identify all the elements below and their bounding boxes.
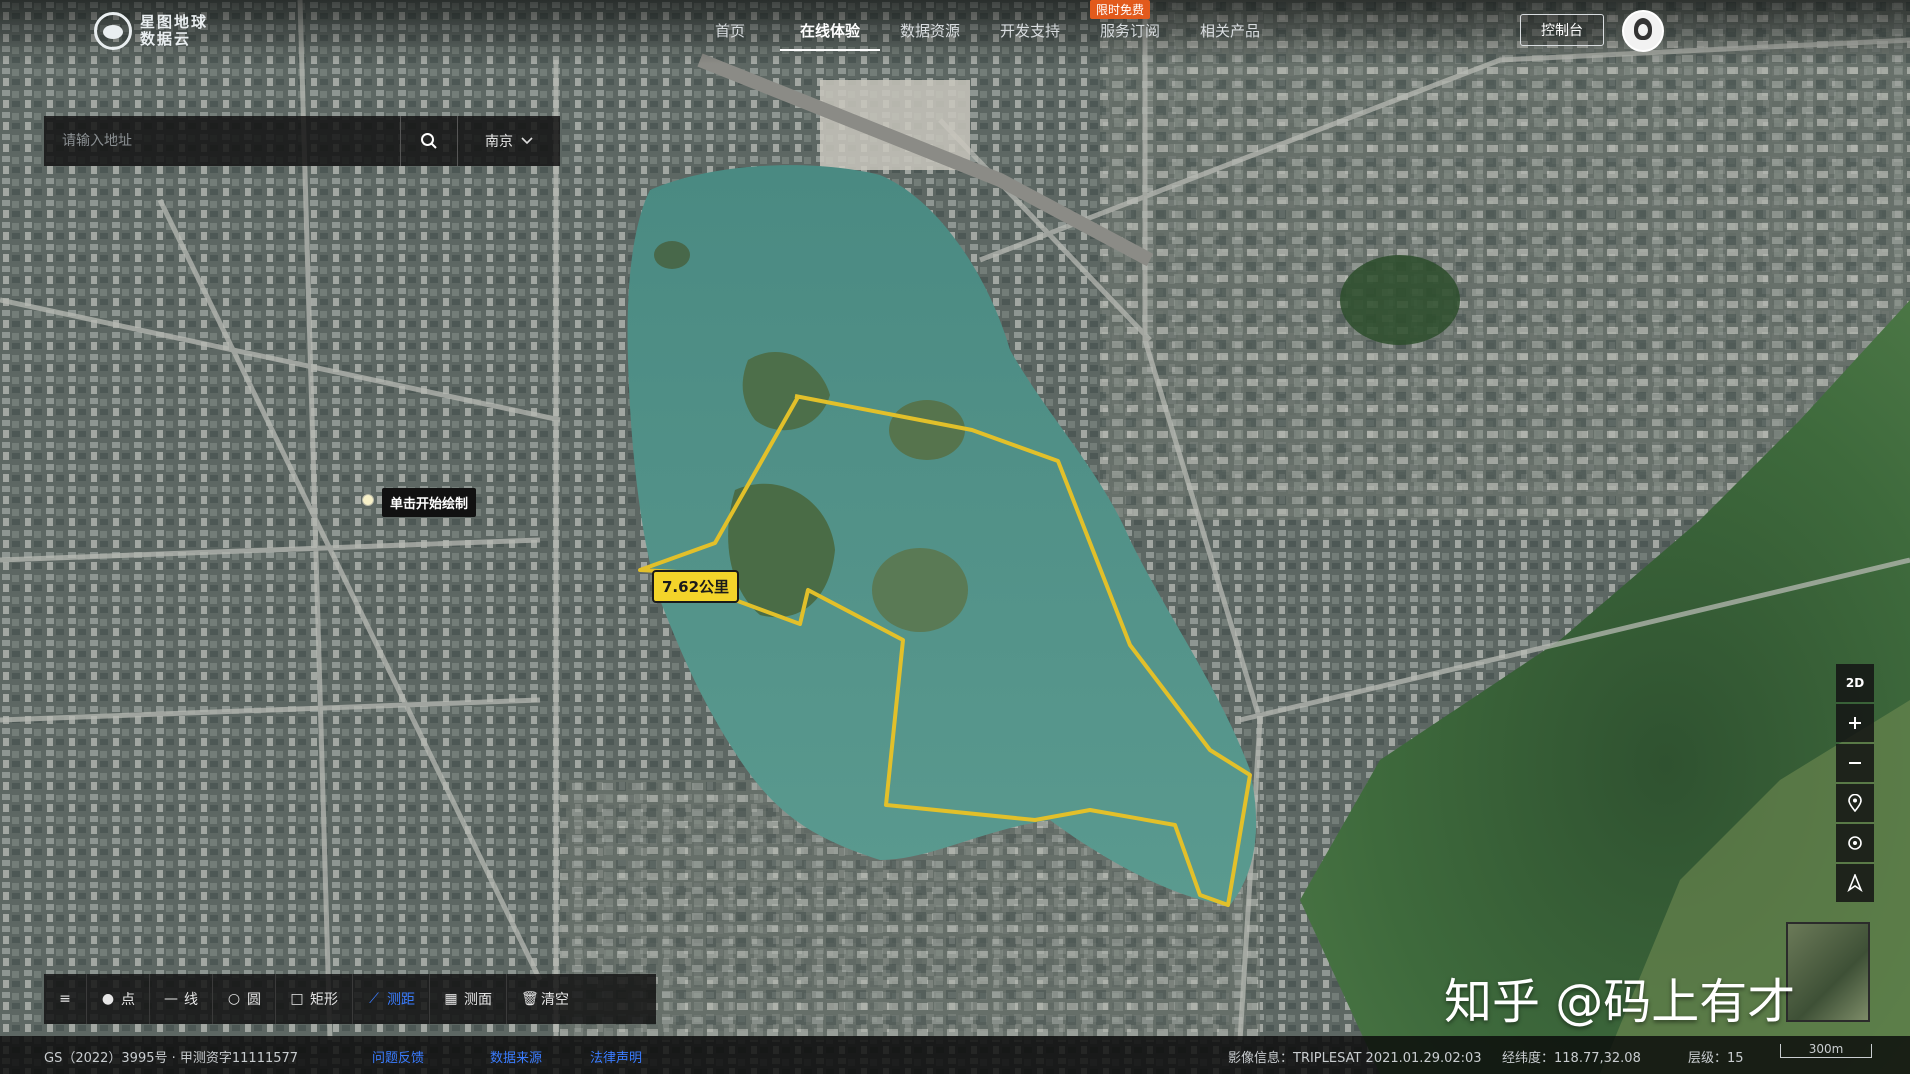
tool-line-label: 线 bbox=[184, 992, 198, 1008]
zoom-in-button[interactable] bbox=[1836, 704, 1874, 742]
city-select[interactable]: 南京 bbox=[458, 116, 560, 166]
line-icon: — bbox=[164, 991, 178, 1007]
compass-button[interactable] bbox=[1836, 864, 1874, 902]
basemap-switcher[interactable] bbox=[1786, 922, 1870, 1022]
ruler-icon: ⟋ bbox=[369, 991, 379, 1007]
legal-notice-link[interactable]: 法律声明 bbox=[590, 1047, 642, 1066]
minus-icon bbox=[1849, 762, 1861, 764]
scale-bar-label: 300m bbox=[1808, 1042, 1844, 1056]
nav-related-products[interactable]: 相关产品 bbox=[1180, 20, 1280, 51]
status-bar: GS（2022）3995号 · 甲测资字11111577 问题反馈 数据来源 法… bbox=[0, 1036, 1910, 1074]
chevron-down-icon bbox=[521, 137, 533, 145]
nav-data-resources[interactable]: 数据资源 bbox=[880, 20, 980, 51]
tool-rectangle-label: 矩形 bbox=[310, 992, 338, 1008]
tool-point[interactable]: ● 点 bbox=[87, 974, 150, 1024]
dot-icon: ● bbox=[101, 991, 115, 1007]
brand-logo[interactable]: 星图地球 数据云 bbox=[94, 12, 208, 50]
feedback-link[interactable]: 问题反馈 bbox=[372, 1047, 424, 1066]
nav-dev-support[interactable]: 开发支持 bbox=[980, 20, 1080, 51]
zoom-level-readout: 层级：15 bbox=[1688, 1051, 1744, 1066]
map-controls: 2D bbox=[1836, 664, 1874, 902]
console-button[interactable]: 控制台 bbox=[1520, 14, 1604, 46]
free-badge: 限时免费 bbox=[1090, 0, 1151, 19]
main-nav: 首页 在线体验 数据资源 开发支持 服务订阅 相关产品 bbox=[680, 20, 1280, 51]
area-icon: ▦ bbox=[444, 991, 458, 1007]
tool-point-label: 点 bbox=[121, 992, 135, 1008]
view-mode-toggle[interactable]: 2D bbox=[1836, 664, 1874, 702]
zhihu-watermark: 知乎 @码上有才 bbox=[1444, 974, 1796, 1030]
city-select-value: 南京 bbox=[485, 134, 513, 150]
tool-circle-label: 圆 bbox=[247, 992, 261, 1008]
brand-name: 星图地球 数据云 bbox=[140, 14, 208, 48]
data-source-link[interactable]: 数据来源 bbox=[490, 1047, 542, 1066]
map-pin-icon bbox=[1848, 794, 1862, 812]
top-navbar: 星图地球 数据云 首页 在线体验 数据资源 开发支持 服务订阅 相关产品 限时免… bbox=[0, 0, 1910, 64]
nav-home[interactable]: 首页 bbox=[680, 20, 780, 51]
search-button[interactable] bbox=[400, 116, 458, 166]
zoom-out-button[interactable] bbox=[1836, 744, 1874, 782]
locate-pin-button[interactable] bbox=[1836, 784, 1874, 822]
rectangle-icon: □ bbox=[290, 991, 304, 1007]
scale-bar: 300m bbox=[1780, 1042, 1872, 1058]
compass-icon bbox=[1847, 874, 1863, 892]
toolbar-collapse-button[interactable]: ≡ bbox=[44, 974, 87, 1024]
address-search-input[interactable] bbox=[44, 116, 400, 166]
plus-icon bbox=[1849, 717, 1861, 729]
target-icon bbox=[1848, 836, 1862, 850]
nav-subscription[interactable]: 服务订阅 bbox=[1080, 20, 1180, 51]
cursor-marker bbox=[362, 494, 374, 506]
tool-measure-area[interactable]: ▦ 测面 bbox=[430, 974, 507, 1024]
circle-icon: ○ bbox=[227, 991, 241, 1007]
map-license-text: GS（2022）3995号 · 甲测资字11111577 bbox=[44, 1051, 299, 1066]
my-location-button[interactable] bbox=[1836, 824, 1874, 862]
nav-online-trial[interactable]: 在线体验 bbox=[780, 20, 880, 51]
globe-logo-icon bbox=[94, 12, 132, 50]
tool-circle[interactable]: ○ 圆 bbox=[213, 974, 276, 1024]
tool-rectangle[interactable]: □ 矩形 bbox=[276, 974, 353, 1024]
tool-measure-area-label: 测面 bbox=[464, 992, 492, 1008]
tool-line[interactable]: — 线 bbox=[150, 974, 213, 1024]
address-search-bar: 南京 bbox=[44, 116, 560, 166]
tool-clear-label: 清空 bbox=[541, 992, 569, 1008]
trash-icon: 🗑 bbox=[521, 991, 539, 1007]
brand-line1: 星图地球 bbox=[140, 13, 209, 31]
view-mode-label: 2D bbox=[1845, 676, 1865, 690]
tool-measure-distance-label: 测距 bbox=[387, 992, 415, 1008]
imagery-info: 影像信息：TRIPLESAT 2021.01.29.02:03 bbox=[1228, 1051, 1482, 1066]
coordinates-readout: 经纬度：118.77,32.08 bbox=[1502, 1051, 1641, 1066]
user-avatar[interactable] bbox=[1622, 10, 1664, 52]
search-icon bbox=[421, 133, 437, 149]
distance-result-label: 7.62公里 bbox=[654, 572, 738, 601]
menu-icon: ≡ bbox=[59, 991, 71, 1007]
brand-line2: 数据云 bbox=[140, 30, 192, 48]
draw-hint-tooltip: 单击开始绘制 bbox=[382, 488, 477, 517]
draw-toolbar: ≡ ● 点 — 线 ○ 圆 □ 矩形 ⟋ 测距 ▦ 测面 🗑 清空 bbox=[44, 974, 656, 1024]
tool-clear[interactable]: 🗑 清空 bbox=[507, 974, 583, 1024]
tool-measure-distance[interactable]: ⟋ 测距 bbox=[353, 974, 430, 1024]
